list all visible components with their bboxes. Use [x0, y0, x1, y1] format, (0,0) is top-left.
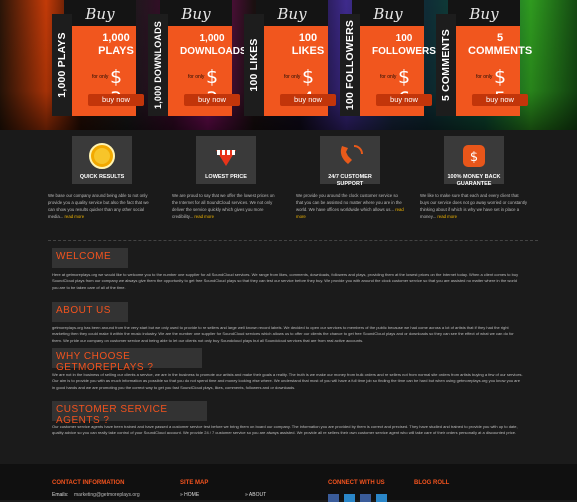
- phone-icon: [340, 145, 363, 164]
- footer-sitemap-title: SITE MAP: [180, 480, 209, 486]
- read-more-link[interactable]: read more: [437, 214, 457, 219]
- card-body: 100 FOLLOWERS for only $ 6 buy now: [352, 26, 436, 116]
- feature-description: We are proud to say that we offer the lo…: [172, 193, 275, 219]
- card-quantity: 5 COMMENTS: [468, 32, 533, 57]
- footer-link-about[interactable]: » ABOUT: [245, 492, 266, 498]
- card-side-label: 1,000 DOWNLOADS: [148, 14, 168, 116]
- card-quantity: 1,000 PLAYS: [98, 32, 134, 57]
- buy-now-button[interactable]: buy now: [280, 94, 336, 106]
- feature-icon-box: LOWEST PRICE: [196, 136, 256, 184]
- svg-text:$: $: [470, 150, 478, 165]
- features-section: QUICK RESULTS We base our company around…: [0, 130, 577, 240]
- card-side-label: 100 LIKES: [244, 14, 264, 116]
- customer-service-text: Our customer service agents have been tr…: [52, 424, 518, 436]
- card-quantity: 100 LIKES: [291, 32, 325, 57]
- feature-icon-box: QUICK RESULTS: [72, 136, 132, 184]
- money-back-icon: $: [463, 145, 485, 167]
- welcome-text: Here at getmoreplays.org we would like t…: [52, 272, 519, 290]
- card-for-only: for only: [476, 74, 493, 80]
- section-header-why-choose: WHY CHOOSE GETMOREPLAYS ?: [52, 348, 202, 373]
- card-for-only: for only: [188, 74, 205, 80]
- pricing-card-downloads: Buy 1,000 DOWNLOADS for only $ 3 buy now…: [148, 0, 247, 120]
- feature-icon-box: 24/7 CUSTOMER SUPPORT: [320, 136, 380, 187]
- card-for-only: for only: [284, 74, 301, 80]
- section-header-customer-service: CUSTOMER SERVICE AGENTS ?: [52, 401, 207, 426]
- about-text: getmoreplays.org has been around from th…: [52, 325, 514, 343]
- footer-connect-title: CONNECT WITH US: [328, 480, 385, 486]
- card-buy-tab: Buy: [160, 0, 232, 28]
- card-quantity: 1,000 DOWNLOADS: [180, 33, 247, 57]
- feature-icon-box: $ 100% MONEY BACK GUARANTEE: [444, 136, 504, 187]
- rss-icon[interactable]: [376, 494, 387, 502]
- section-header-about: ABOUT US: [52, 302, 128, 322]
- read-more-link[interactable]: read more: [194, 214, 214, 219]
- feature-label: QUICK RESULTS: [79, 174, 125, 180]
- card-buy-tab: Buy: [64, 0, 136, 28]
- facebook-icon[interactable]: [328, 494, 339, 502]
- card-for-only: for only: [92, 74, 109, 80]
- section-header-welcome: WELCOME: [52, 248, 128, 268]
- card-body: 1,000 PLAYS for only $ 3 buy now: [64, 26, 144, 116]
- card-buy-tab: Buy: [256, 0, 328, 28]
- feature-description: We base our company around being able to…: [48, 193, 149, 219]
- card-quantity: 100 FOLLOWERS: [372, 33, 436, 57]
- buy-now-button[interactable]: buy now: [88, 94, 144, 106]
- card-for-only: for only: [380, 74, 397, 80]
- footer: CONTACT INFORMATION Emails: marketing@ge…: [0, 464, 577, 502]
- card-body: 5 COMMENTS for only $ 5 buy now: [448, 26, 532, 116]
- read-more-link[interactable]: read more: [65, 214, 85, 219]
- footer-link-home[interactable]: » HOME: [180, 492, 199, 498]
- buy-now-button[interactable]: buy now: [184, 94, 240, 106]
- card-buy-tab: Buy: [448, 0, 520, 28]
- twitter-icon[interactable]: [344, 494, 355, 502]
- feature-label: 100% MONEY BACK GUARANTEE: [447, 174, 501, 187]
- feature-label: 24/7 CUSTOMER SUPPORT: [328, 174, 372, 187]
- feature-label: LOWEST PRICE: [205, 174, 247, 180]
- hero-banner: Buy 1,000 PLAYS for only $ 3 buy now 1,0…: [0, 0, 577, 130]
- divider: [48, 240, 538, 241]
- feature-description: We like to make sure that each and every…: [420, 193, 527, 219]
- pricing-card-plays: Buy 1,000 PLAYS for only $ 3 buy now 1,0…: [52, 0, 144, 120]
- linkedin-icon[interactable]: [360, 494, 371, 502]
- buy-now-button[interactable]: buy now: [376, 94, 432, 106]
- buy-now-button[interactable]: buy now: [472, 94, 528, 106]
- pricing-card-likes: Buy 100 LIKES for only $ 4 buy now 100 L…: [244, 0, 336, 120]
- clock-icon: [89, 143, 115, 169]
- card-body: 100 LIKES for only $ 4 buy now: [256, 26, 336, 116]
- card-buy-tab: Buy: [352, 0, 424, 28]
- pricing-card-followers: Buy 100 FOLLOWERS for only $ 6 buy now 1…: [340, 0, 436, 120]
- card-side-label: 1,000 PLAYS: [52, 14, 72, 116]
- card-side-label: 5 COMMENTS: [436, 14, 456, 116]
- card-side-label: 100 FOLLOWERS: [340, 14, 360, 116]
- card-body: 1,000 DOWNLOADS for only $ 3 buy now: [160, 26, 247, 116]
- footer-blogroll-title: BLOG ROLL: [414, 480, 450, 486]
- footer-email-label: Emails:: [52, 492, 69, 498]
- footer-contact-title: CONTACT INFORMATION: [52, 480, 125, 486]
- why-choose-text: We are not in the business of selling ou…: [52, 372, 523, 390]
- price-tag-icon: [216, 150, 236, 166]
- pricing-card-comments: Buy 5 COMMENTS for only $ 5 buy now 5 CO…: [436, 0, 532, 120]
- feature-description: We provide you around the clock customer…: [296, 193, 404, 219]
- footer-email-value[interactable]: marketing@getmoreplays.org: [74, 492, 140, 498]
